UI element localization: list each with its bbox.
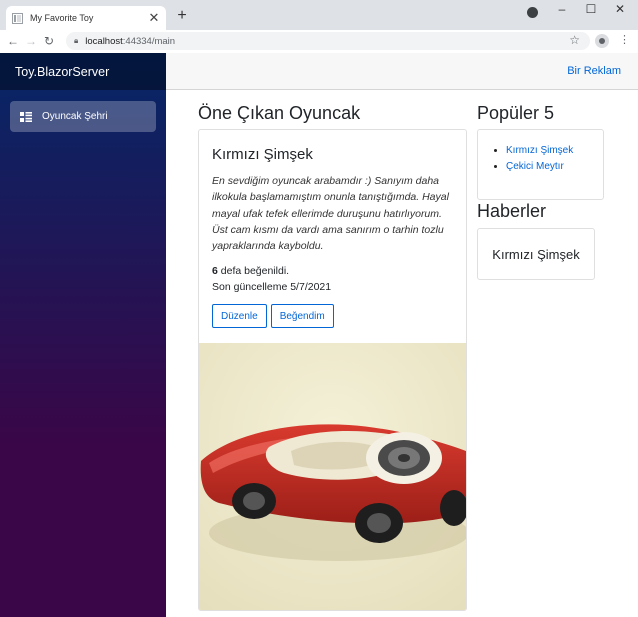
card-body: Kırmızı Şimşek En sevdiğim oyuncak araba… xyxy=(199,130,466,329)
page-favicon-icon xyxy=(12,12,23,24)
forward-arrow-icon[interactable]: → xyxy=(22,34,40,48)
profile-avatar-icon[interactable] xyxy=(595,34,609,48)
featured-heading: Öne Çıkan Oyuncak xyxy=(198,103,361,123)
popular-heading: Popüler 5 xyxy=(477,103,555,123)
sidebar: Toy.BlazorServer Oyuncak Şehri xyxy=(0,53,166,617)
popular-item-link[interactable]: Çekici Meytır xyxy=(506,161,564,172)
toy-title: Kırmızı Şimşek xyxy=(212,146,313,163)
address-bar[interactable]: 🔒︎ localhost:44334/main ☆ xyxy=(66,32,590,50)
back-arrow-icon[interactable]: ← xyxy=(4,34,22,48)
popular-list-box: Kırmızı Şimşek Çekici Meytır xyxy=(477,129,604,200)
brand-title[interactable]: Toy.BlazorServer xyxy=(15,65,109,79)
reload-icon[interactable]: ↻ xyxy=(40,34,58,48)
bookmark-star-icon[interactable]: ☆ xyxy=(569,33,580,47)
browser-toolbar: ← → ↻ 🔒︎ localhost:44334/main ☆ ⋮ xyxy=(0,30,638,52)
edit-button[interactable]: Düzenle xyxy=(212,304,267,329)
like-suffix: defa beğenildi. xyxy=(217,265,290,278)
news-item: Kırmızı Şimşek xyxy=(492,246,580,262)
tab-title: My Favorite Toy xyxy=(30,13,94,23)
ad-link[interactable]: Bir Reklam xyxy=(567,65,621,77)
popular-item-link[interactable]: Kırmızı Şimşek xyxy=(506,145,573,156)
brand-bar: Toy.BlazorServer xyxy=(0,53,166,90)
nav-item-oyuncak-sehri[interactable]: Oyuncak Şehri xyxy=(10,101,156,132)
lock-icon: 🔒︎ xyxy=(74,36,79,45)
url-host: localhost xyxy=(85,35,123,47)
news-box: Kırmızı Şimşek xyxy=(477,228,595,280)
extension-icon[interactable] xyxy=(527,7,538,18)
new-tab-button[interactable]: + xyxy=(172,7,192,25)
like-button[interactable]: Beğendim xyxy=(270,304,334,329)
featured-toy-card: Kırmızı Şimşek En sevdiğim oyuncak araba… xyxy=(198,129,467,611)
maximize-button[interactable]: ☐ xyxy=(578,2,604,16)
card-actions: Düzenle Beğendim xyxy=(212,304,454,329)
browser-tab[interactable]: My Favorite Toy ✕ xyxy=(6,6,166,30)
like-count-line: 6 defa beğenildi. xyxy=(212,263,454,279)
list-item[interactable]: Kırmızı Şimşek xyxy=(506,143,603,159)
tab-close-icon[interactable]: ✕ xyxy=(148,10,160,26)
toy-stats: 6 defa beğenildi. Son güncelleme 5/7/202… xyxy=(212,263,454,295)
nav-item-label: Oyuncak Şehri xyxy=(42,111,108,122)
popular-list: Kırmızı Şimşek Çekici Meytır xyxy=(506,143,603,174)
minimize-button[interactable]: – xyxy=(549,2,575,16)
toy-description: En sevdiğim oyuncak arabamdır :) Sanıyım… xyxy=(212,175,449,253)
list-item[interactable]: Çekici Meytır xyxy=(506,159,603,175)
url-path: :44334/main xyxy=(122,35,176,47)
news-heading: Haberler xyxy=(477,201,547,221)
red-toy-car-image xyxy=(199,343,466,610)
toy-photo xyxy=(199,343,466,610)
close-window-button[interactable]: ✕ xyxy=(607,2,633,16)
menu-kebab-icon[interactable]: ⋮ xyxy=(619,33,630,46)
browser-chrome: My Favorite Toy ✕ + – ☐ ✕ ← → ↻ 🔒︎ local… xyxy=(0,0,638,52)
main-content: Öne Çıkan Oyuncak Kırmızı Şimşek En sevd… xyxy=(166,91,638,617)
top-row: Bir Reklam xyxy=(166,53,638,90)
list-icon xyxy=(20,111,32,122)
last-update: Son güncelleme 5/7/2021 xyxy=(212,281,332,294)
